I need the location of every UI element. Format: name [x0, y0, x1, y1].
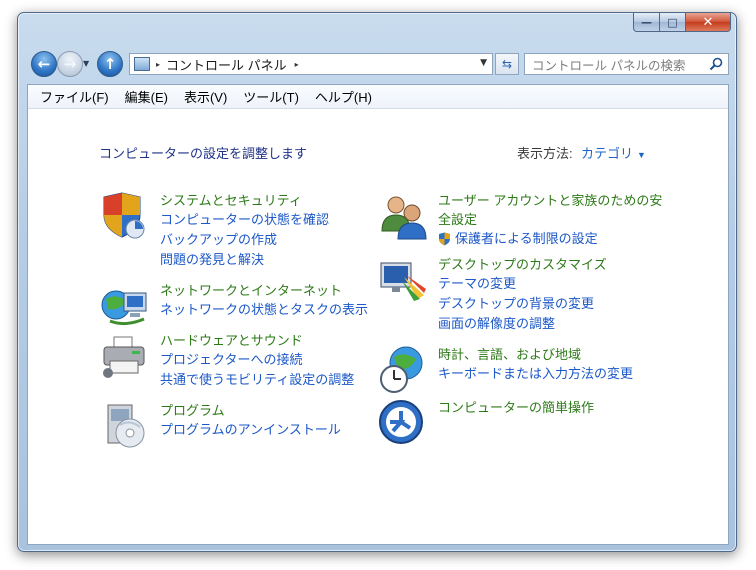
link-check-status[interactable]: コンピューターの状態を確認	[160, 210, 400, 230]
refresh-icon: ⇆	[501, 57, 513, 71]
address-bar[interactable]: ▸ コントロール パネル ▸ ▼	[129, 53, 493, 75]
link-parental-controls-label[interactable]: 保護者による制限の設定	[455, 231, 598, 246]
menu-bar: ファイル(F) 編集(E) 表示(V) ツール(T) ヘルプ(H)	[28, 85, 728, 109]
category-title-programs[interactable]: プログラム	[160, 401, 400, 420]
address-history-dropdown[interactable]: ▼	[480, 58, 487, 68]
chevron-down-icon[interactable]: ▼	[637, 150, 646, 160]
search-icon[interactable]	[709, 57, 723, 71]
link-network-status[interactable]: ネットワークの状態とタスクの表示	[160, 300, 400, 320]
category-title-system-security[interactable]: システムとセキュリティ	[160, 191, 400, 210]
link-uninstall-program[interactable]: プログラムのアンインストール	[160, 420, 400, 440]
printer-icon	[103, 336, 145, 378]
category-title-hardware-sound[interactable]: ハードウェアとサウンド	[160, 331, 400, 350]
link-troubleshoot[interactable]: 問題の発見と解決	[160, 250, 400, 270]
view-by-dropdown[interactable]: カテゴリ ▼	[581, 143, 646, 162]
view-by-label: 表示方法:	[517, 146, 573, 161]
menu-tools[interactable]: ツール(T)	[235, 87, 307, 106]
search-box[interactable]: コントロール パネルの検索	[524, 53, 729, 75]
programs-disc-icon	[107, 404, 145, 448]
category-title-network[interactable]: ネットワークとインターネット	[160, 281, 400, 300]
page-title: コンピューターの設定を調整します	[99, 146, 308, 161]
link-connect-projector[interactable]: プロジェクターへの接続	[160, 350, 400, 370]
category-title-desktop[interactable]: デスクトップのカスタマイズ	[438, 255, 678, 274]
users-icon	[381, 196, 427, 240]
forward-button[interactable]: →	[57, 51, 83, 77]
explorer-window: — □ ✕ ← → ▼ ↑ ▸ コントロール パネル ▸ ▼ ⇆ コントロール …	[17, 12, 737, 552]
forward-arrow-icon: →	[63, 55, 77, 73]
refresh-button[interactable]: ⇆	[495, 53, 519, 75]
ease-of-access-icon	[379, 400, 423, 444]
view-by-value[interactable]: カテゴリ	[581, 146, 633, 161]
link-mobility-settings[interactable]: 共通で使うモビリティ設定の調整	[160, 370, 400, 390]
menu-help[interactable]: ヘルプ(H)	[307, 87, 380, 106]
menu-view[interactable]: 表示(V)	[176, 87, 235, 106]
search-input[interactable]: コントロール パネルの検索	[532, 55, 685, 74]
breadcrumb-separator[interactable]: ▸	[295, 60, 299, 69]
link-change-background[interactable]: デスクトップの背景の変更	[438, 294, 678, 314]
up-arrow-icon: ↑	[103, 55, 117, 73]
recent-pages-dropdown[interactable]: ▼	[83, 59, 89, 68]
link-screen-resolution[interactable]: 画面の解像度の調整	[438, 314, 678, 334]
category-title-user-accounts[interactable]: ユーザー アカウントと家族のための安全設定	[438, 191, 668, 229]
clock-globe-icon	[380, 346, 423, 393]
link-change-theme[interactable]: テーマの変更	[438, 274, 678, 294]
network-globe-icon	[101, 290, 147, 326]
navigation-bar: ← → ▼ ↑ ▸ コントロール パネル ▸ ▼ ⇆ コントロール パネルの検索	[27, 49, 729, 79]
maximize-button[interactable]: □	[660, 12, 686, 32]
uac-shield-icon	[439, 232, 450, 246]
link-parental-controls[interactable]: 保護者による制限の設定	[438, 229, 668, 249]
back-arrow-icon: ←	[37, 55, 51, 73]
link-change-keyboard[interactable]: キーボードまたは入力方法の変更	[438, 364, 678, 384]
back-button[interactable]: ←	[31, 51, 57, 77]
shield-icon	[103, 192, 145, 239]
up-button[interactable]: ↑	[97, 51, 123, 77]
category-title-clock-region[interactable]: 時計、言語、および地域	[438, 345, 678, 364]
category-title-ease-of-access[interactable]: コンピューターの簡単操作	[438, 398, 678, 417]
menu-edit[interactable]: 編集(E)	[117, 87, 176, 106]
menu-file[interactable]: ファイル(F)	[32, 87, 117, 106]
minimize-button[interactable]: —	[633, 12, 660, 32]
breadcrumb-separator[interactable]: ▸	[156, 60, 160, 69]
link-backup[interactable]: バックアップの作成	[160, 230, 400, 250]
close-button[interactable]: ✕	[686, 12, 731, 32]
monitor-palette-icon	[380, 262, 426, 301]
caption-buttons: — □ ✕	[633, 12, 731, 32]
breadcrumb-control-panel[interactable]: コントロール パネル	[166, 55, 287, 74]
control-panel-icon	[134, 57, 150, 71]
content-pane: ファイル(F) 編集(E) 表示(V) ツール(T) ヘルプ(H) コンピュータ…	[27, 84, 729, 545]
